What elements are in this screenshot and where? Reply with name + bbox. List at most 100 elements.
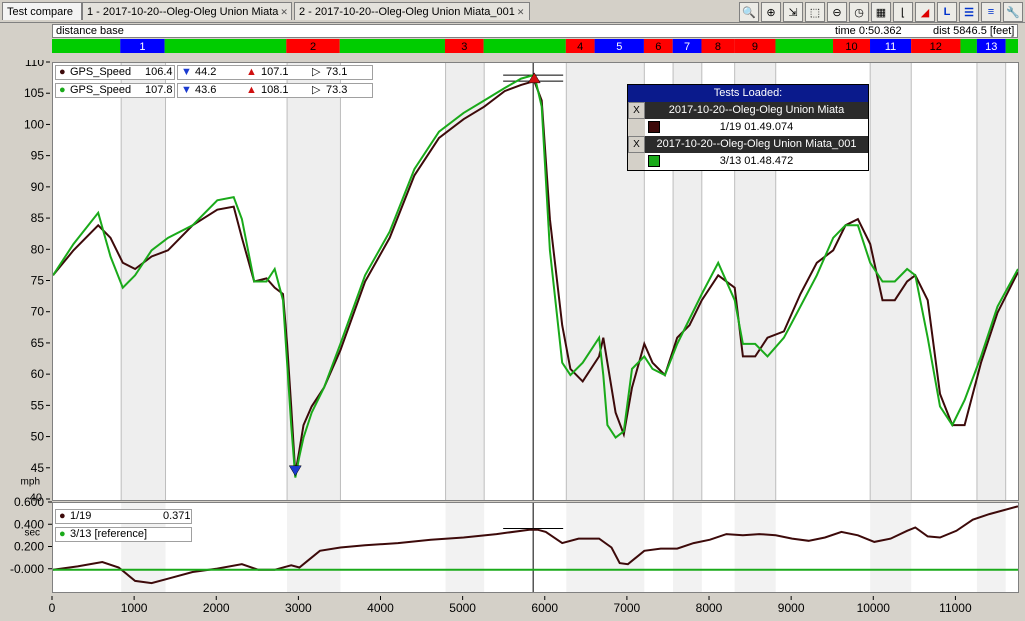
segment-bar[interactable]: 1 2 3 4 5 6 7 8 9 10 11 12 13 (52, 39, 1018, 53)
zoom-fit-icon[interactable]: ⇲ (783, 2, 803, 22)
y-tick-label: -0.000 (10, 562, 44, 576)
layout-l-icon[interactable]: L (937, 2, 957, 22)
test-name: 2017-10-20--Oleg-Oleg Union Miata (645, 102, 868, 119)
segment (483, 39, 566, 53)
zoom-out-icon[interactable]: ⊖ (827, 2, 847, 22)
layout-lines-icon[interactable]: ☰ (959, 2, 979, 22)
layout-list-icon[interactable]: ≡ (981, 2, 1001, 22)
y-axis-unit: sec (24, 527, 40, 538)
current-marker-icon: ▷ (312, 84, 321, 96)
x-tick-label: 2000 (203, 601, 230, 615)
series-value: 106.4 (145, 66, 173, 78)
y-tick-label: 70 (31, 305, 45, 319)
current-value: 73.1 (326, 66, 348, 78)
x-tick-label: 1000 (121, 601, 148, 615)
tab-test-2[interactable]: 2 - 2017-10-20--Oleg-Oleg Union Miata_00… (294, 2, 530, 20)
segment-label: 10 (845, 41, 857, 53)
y-tick-label: 65 (31, 336, 45, 350)
y-tick-label: 45 (31, 461, 45, 475)
y-tick-label: 90 (31, 180, 45, 194)
zoom-in-icon[interactable]: ⊕ (761, 2, 781, 22)
series-name: 3/13 [reference] (70, 528, 148, 540)
min-marker-icon: ▼ (181, 84, 192, 96)
clock-icon[interactable]: ◷ (849, 2, 869, 22)
y-tick-label: 75 (31, 274, 45, 288)
segment (164, 39, 287, 53)
series-marker-icon: ● (59, 84, 66, 96)
test-row: X 2017-10-20--Oleg-Oleg Union Miata_001 (628, 136, 868, 153)
x-tick-label: 10000 (857, 601, 891, 615)
toolbar: 🔍 ⊕ ⇲ ⬚ ⊖ ◷ ▦ ⌊ ◢ L ☰ ≡ 🔧 (737, 2, 1023, 22)
tests-panel-title: Tests Loaded: (628, 85, 868, 102)
current-value: 73.3 (326, 84, 348, 96)
test-lap-row: 3/13 01.48.472 (628, 153, 868, 170)
time-legend-1[interactable]: ● 1/19 0.371 (55, 509, 192, 524)
x-tick-label: 11000 (939, 601, 972, 615)
tab-test-1[interactable]: 1 - 2017-10-20--Oleg-Oleg Union Miata ✕ (82, 2, 292, 20)
wrench-icon[interactable]: 🔧 (1003, 2, 1023, 22)
corner-icon[interactable]: ⌊ (893, 2, 913, 22)
y-tick-label: 95 (31, 149, 45, 163)
segment-label: 1 (139, 41, 145, 53)
shaded-band (445, 503, 485, 592)
shaded-band (287, 503, 341, 592)
shaded-band (566, 503, 645, 592)
test-lap: 1/19 01.49.074 (719, 121, 794, 133)
speed-legend-2[interactable]: ● GPS_Speed 107.8 (55, 83, 175, 98)
remove-test-button[interactable]: X (628, 136, 645, 153)
min-marker-icon: ▼ (181, 66, 192, 78)
tests-loaded-panel: Tests Loaded: X 2017-10-20--Oleg-Oleg Un… (627, 84, 869, 171)
segment-label: 7 (684, 41, 690, 53)
tab-label: Test compare (7, 6, 74, 18)
zoom-region-icon[interactable]: ⬚ (805, 2, 825, 22)
shaded-band (976, 63, 1006, 500)
close-icon[interactable]: ✕ (280, 7, 288, 17)
y-tick-label: 85 (31, 211, 45, 225)
color-triangle-icon[interactable]: ◢ (915, 2, 935, 22)
speed-stats-2: ▼ 43.6 ▲ 108.1 ▷ 73.3 (177, 83, 373, 98)
segment (960, 39, 977, 53)
segment (339, 39, 445, 53)
test-lap: 3/13 01.48.472 (719, 155, 794, 167)
test-name: 2017-10-20--Oleg-Oleg Union Miata_001 (645, 136, 868, 153)
speed-plot[interactable] (52, 62, 1019, 501)
zoom-2d-icon[interactable]: 🔍 (739, 2, 759, 22)
y-tick-label: 50 (31, 430, 45, 444)
segment-label: 5 (616, 41, 622, 53)
time-diff-plot[interactable] (52, 502, 1019, 593)
segment (1005, 39, 1018, 53)
current-marker-icon: ▷ (312, 66, 321, 78)
max-value: 108.1 (261, 84, 289, 96)
series-value: 107.8 (145, 84, 173, 96)
series-name: GPS_Speed (70, 84, 132, 96)
y-tick-label: 0.200 (14, 540, 44, 554)
tab-label: 1 - 2017-10-20--Oleg-Oleg Union Miata (87, 6, 279, 18)
segment-label: 13 (985, 41, 997, 53)
base-label: distance base (56, 25, 124, 37)
x-tick-label: 9000 (778, 601, 805, 615)
x-tick-label: 6000 (531, 601, 558, 615)
tab-label: 2 - 2017-10-20--Oleg-Oleg Union Miata_00… (299, 6, 515, 18)
max-marker (527, 72, 541, 84)
series-value: 0.371 (163, 510, 191, 522)
series-name: 1/19 (70, 510, 92, 522)
shaded-band (870, 503, 912, 592)
shaded-band (734, 503, 776, 592)
close-icon[interactable]: ✕ (517, 7, 525, 17)
time-legend-2[interactable]: ● 3/13 [reference] (55, 527, 192, 542)
zoom-grid-icon[interactable]: ▦ (871, 2, 891, 22)
segment-label: 2 (310, 41, 316, 53)
remove-test-button[interactable]: X (628, 102, 645, 119)
min-value: 44.2 (195, 66, 217, 78)
x-tick-label: 7000 (614, 601, 641, 615)
segment-label: 4 (577, 41, 583, 53)
tab-test-compare[interactable]: Test compare (2, 2, 82, 20)
segment-label: 8 (715, 41, 721, 53)
x-tick-label: 5000 (449, 601, 476, 615)
tab-bar: Test compare 1 - 2017-10-20--Oleg-Oleg U… (0, 0, 1025, 23)
test-lap-row: 1/19 01.49.074 (628, 119, 868, 136)
x-tick-label: 3000 (285, 601, 312, 615)
segment-label: 12 (930, 41, 942, 53)
y-tick-label: 60 (31, 367, 45, 381)
speed-legend-1[interactable]: ● GPS_Speed 106.4 (55, 65, 175, 80)
